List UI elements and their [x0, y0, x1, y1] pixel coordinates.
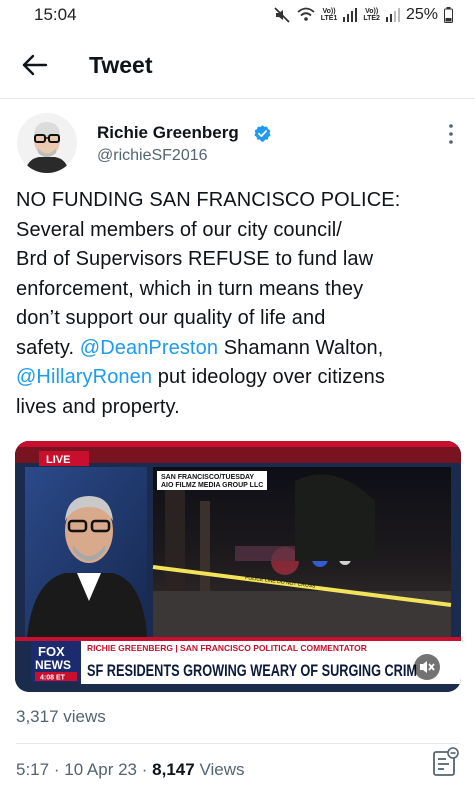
tweet-text-segment: put ideology over citizens — [152, 366, 385, 388]
mute-icon — [274, 7, 290, 23]
tweet-text-line: lives and property. — [16, 393, 466, 423]
tweet-meta: 5:17 · 10 Apr 23 · 8,147 Views — [16, 760, 244, 780]
tweet-text-line: enforcement, which in turn means they — [16, 275, 466, 305]
lte1-indicator: Vo)) LTE1 — [321, 8, 338, 22]
analytics-icon[interactable] — [432, 747, 460, 777]
tweet-text-line: don’t support our quality of life and — [16, 304, 466, 334]
tweet-text-segment: safety. — [16, 336, 80, 359]
more-options-icon[interactable] — [445, 122, 457, 146]
tweet-text: NO FUNDING SAN FRANCISCO POLICE: Several … — [16, 186, 466, 422]
back-arrow-icon[interactable] — [20, 51, 50, 79]
tweet-text-segment: Shamann Walton, — [218, 336, 384, 359]
broadcast-clock: 4:08 ET — [40, 675, 66, 682]
tweet-date: 10 Apr 23 — [64, 760, 138, 779]
wifi-icon — [297, 7, 315, 21]
dateline-2: AIO FILMZ MEDIA GROUP LLC — [161, 482, 263, 489]
network-logo-news: NEWS — [35, 658, 71, 672]
network-logo-fox: FOX — [38, 644, 65, 659]
tweet-text-segment: Several members of our city council/ — [16, 218, 342, 241]
volte-label: Vo)) — [322, 8, 336, 15]
tweet-text-line: @HillaryRonen put ideology over citizens — [16, 363, 466, 393]
volume-muted-icon[interactable] — [417, 657, 437, 677]
media-view-count: 3,317 views — [16, 707, 106, 726]
video-frame: POLICE LINE DO NOT CROSS SAN FRANCISCO/T… — [15, 441, 461, 692]
header-divider — [0, 98, 475, 99]
author-handle[interactable]: @richieSF2016 — [97, 147, 208, 165]
status-time: 15:04 — [34, 5, 77, 24]
status-bar: 15:04 Vo)) LTE1 Vo)) LTE2 25% — [0, 0, 475, 30]
tweet-media-video[interactable]: POLICE LINE DO NOT CROSS SAN FRANCISCO/T… — [15, 441, 461, 692]
signal-icon — [343, 8, 358, 22]
tweet-time: 5:17 — [16, 760, 50, 779]
mention-link[interactable]: @HillaryRonen — [16, 366, 152, 388]
tweet-text-segment: lives and property. — [16, 395, 180, 418]
verified-badge-icon — [254, 125, 271, 142]
tweet-views-number: 8,147 — [152, 760, 195, 779]
avatar[interactable] — [17, 113, 77, 173]
tweet-text-line: Several members of our city council/ — [16, 216, 466, 246]
top-app-bar: Tweet — [0, 38, 475, 94]
content-divider — [16, 743, 459, 744]
tweet-text-line: safety. @DeanPreston Shamann Walton, — [16, 334, 466, 364]
mention-link[interactable]: @DeanPreston — [80, 337, 218, 359]
live-badge: LIVE — [46, 454, 70, 466]
tweet-text-segment: Brd of Supervisors REFUSE to fund law — [16, 248, 374, 270]
status-icons: Vo)) LTE1 Vo)) LTE2 25% — [273, 5, 453, 25]
avatar-portrait — [17, 113, 77, 173]
tweet-text-line: Brd of Supervisors REFUSE to fund law — [16, 245, 466, 275]
meta-separator: · — [53, 760, 60, 779]
battery-icon — [444, 7, 453, 23]
author-name[interactable]: Richie Greenberg — [97, 123, 239, 143]
tweet-text-segment: enforcement, which in turn means they — [16, 277, 364, 300]
tweet-text-line: NO FUNDING SAN FRANCISCO POLICE: — [16, 186, 466, 216]
meta-separator-2: · — [141, 760, 148, 779]
tweet-text-segment: don’t support our quality of life and — [16, 307, 326, 329]
headline-banner: SF RESIDENTS GROWING WEARY OF SURGING CR… — [87, 662, 417, 680]
dateline-1: SAN FRANCISCO/TUESDAY — [161, 474, 254, 481]
signal-icon-2 — [385, 8, 400, 22]
lte2-label: LTE2 — [363, 15, 380, 22]
lte2-indicator: Vo)) LTE2 — [363, 8, 380, 22]
tweet-text-segment: NO FUNDING SAN FRANCISCO POLICE: — [16, 189, 401, 211]
volte-label-2: Vo)) — [365, 8, 379, 15]
lte1-label: LTE1 — [320, 15, 338, 22]
battery-percent: 25% — [405, 6, 438, 23]
tweet-views-label: Views — [199, 760, 245, 779]
lower-third-name: RICHIE GREENBERG | SAN FRANCISCO POLITIC… — [87, 643, 367, 653]
page-title: Tweet — [89, 52, 153, 78]
